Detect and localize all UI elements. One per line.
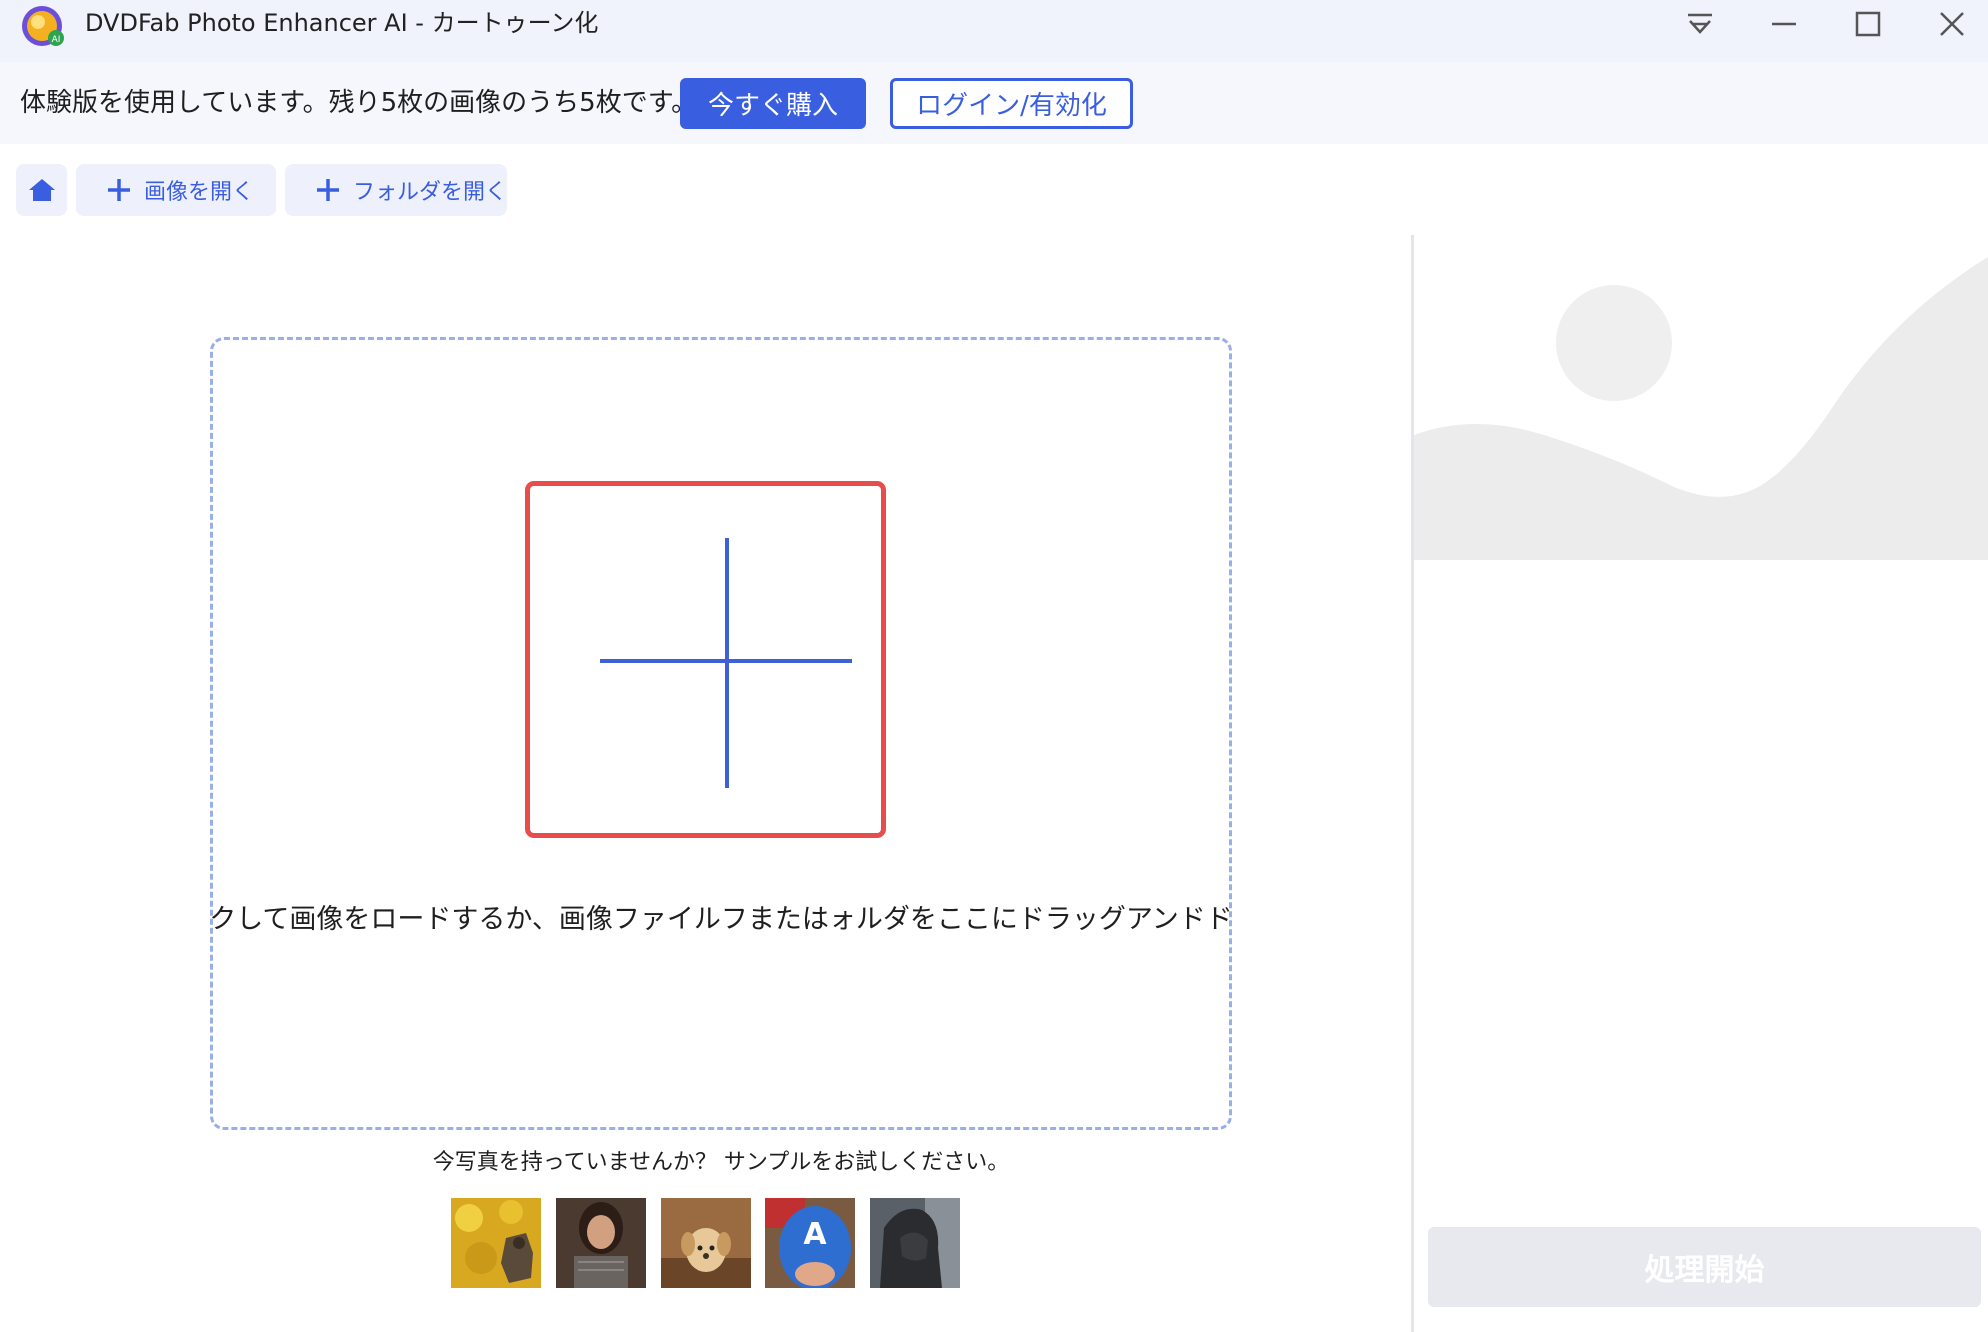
dropdown-menu-icon[interactable] (1670, 0, 1730, 48)
open-image-button[interactable]: 画像を開く (76, 164, 276, 216)
plus-icon (317, 179, 339, 201)
sample-thumbnail-autumn-dog[interactable] (451, 1198, 541, 1288)
trial-message: 体験版を使用しています。残り5枚の画像のうち5枚です。 (20, 88, 698, 118)
sample-prompt: 今写真を持っていませんか？ サンプルをお試しください。 (432, 1150, 1010, 1175)
add-image-button[interactable] (525, 481, 886, 838)
svg-text:AI: AI (52, 35, 61, 45)
drop-hint: ここをクリックして画像をロードするか、画像ファイルフまたはォルダをここにドラッグ… (210, 898, 1232, 942)
title-bar: AI DVDFab Photo Enhancer AI - カートゥーン化 (0, 0, 1988, 62)
open-image-label: 画像を開く (144, 180, 255, 205)
app-logo-icon: AI (18, 2, 68, 48)
home-icon (28, 179, 55, 201)
drop-hint-text: ここをクリックして画像をロードするか、画像ファイルフまたはォルダをここにドラッグ… (210, 904, 1232, 935)
sample-thumbnail-woman-portrait[interactable] (556, 1198, 646, 1288)
minimize-icon[interactable] (1754, 0, 1814, 48)
buy-now-button[interactable]: 今すぐ購入 (680, 78, 866, 129)
home-button[interactable] (16, 164, 67, 216)
login-activate-button[interactable]: ログイン/有効化 (890, 78, 1133, 129)
plus-icon (725, 538, 729, 788)
window-title: DVDFab Photo Enhancer AI - カートゥーン化 (85, 9, 599, 37)
open-folder-label: フォルダを開く (353, 180, 508, 205)
svg-text:A: A (803, 1217, 827, 1252)
preview-area (1414, 235, 1988, 560)
maximize-icon[interactable] (1838, 0, 1898, 48)
open-folder-button[interactable]: フォルダを開く (285, 164, 507, 216)
image-placeholder-icon (1414, 235, 1988, 560)
sample-thumbnail-hooded-figure[interactable] (870, 1198, 960, 1288)
plus-icon (108, 179, 130, 201)
sample-thumbnail-puppy[interactable] (661, 1198, 751, 1288)
start-processing-button[interactable]: 処理開始 (1428, 1227, 1981, 1307)
sample-thumbnail-captain-america[interactable]: A (765, 1198, 855, 1288)
close-icon[interactable] (1922, 0, 1982, 48)
